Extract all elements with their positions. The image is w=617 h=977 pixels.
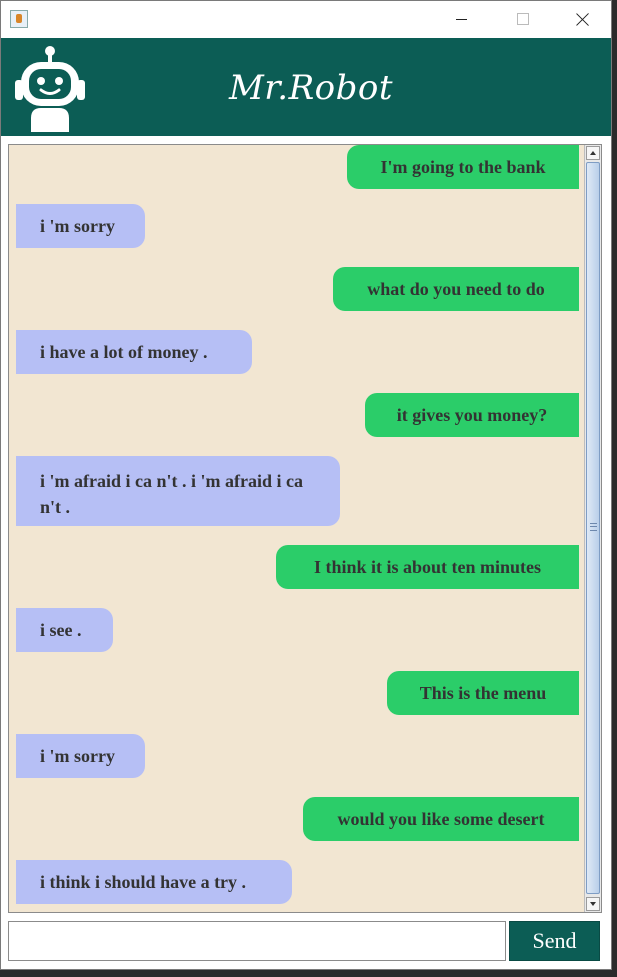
user-message: would you like some desert — [303, 797, 579, 841]
user-message: I think it is about ten minutes — [276, 545, 579, 589]
bot-message: i 'm afraid i ca n't . i 'm afraid i ca … — [16, 456, 340, 526]
app-window: Mr.Robot I'm going to the bank i 'm sorr… — [0, 0, 612, 970]
title-bar — [1, 1, 611, 38]
user-message: This is the menu — [387, 671, 579, 715]
app-header: Mr.Robot — [1, 38, 611, 136]
background-strip — [0, 970, 617, 977]
bot-message: i 'm sorry — [16, 204, 145, 248]
chat-area[interactable]: I'm going to the bank i 'm sorry what do… — [8, 144, 602, 913]
robot-icon — [15, 46, 85, 132]
java-app-icon — [10, 10, 28, 28]
app-title: Mr.Robot — [228, 68, 394, 108]
scroll-up-arrow-icon[interactable] — [586, 146, 600, 160]
bot-message: i 'm sorry — [16, 734, 145, 778]
bot-message: i see . — [16, 608, 113, 652]
user-message: what do you need to do — [333, 267, 579, 311]
scroll-thumb[interactable] — [586, 162, 600, 894]
grip-icon — [590, 523, 597, 531]
user-message: I'm going to the bank — [347, 145, 579, 189]
background-strip — [612, 0, 617, 977]
minimize-button[interactable] — [438, 5, 484, 33]
close-button[interactable] — [560, 5, 606, 33]
maximize-button[interactable] — [500, 5, 546, 33]
bot-message: i have a lot of money . — [16, 330, 252, 374]
user-message: it gives you money? — [365, 393, 579, 437]
vertical-scrollbar[interactable] — [584, 145, 601, 912]
message-input[interactable] — [8, 921, 506, 961]
bot-message: i think i should have a try . — [16, 860, 292, 904]
scroll-down-arrow-icon[interactable] — [586, 897, 600, 911]
send-button[interactable]: Send — [509, 921, 600, 961]
